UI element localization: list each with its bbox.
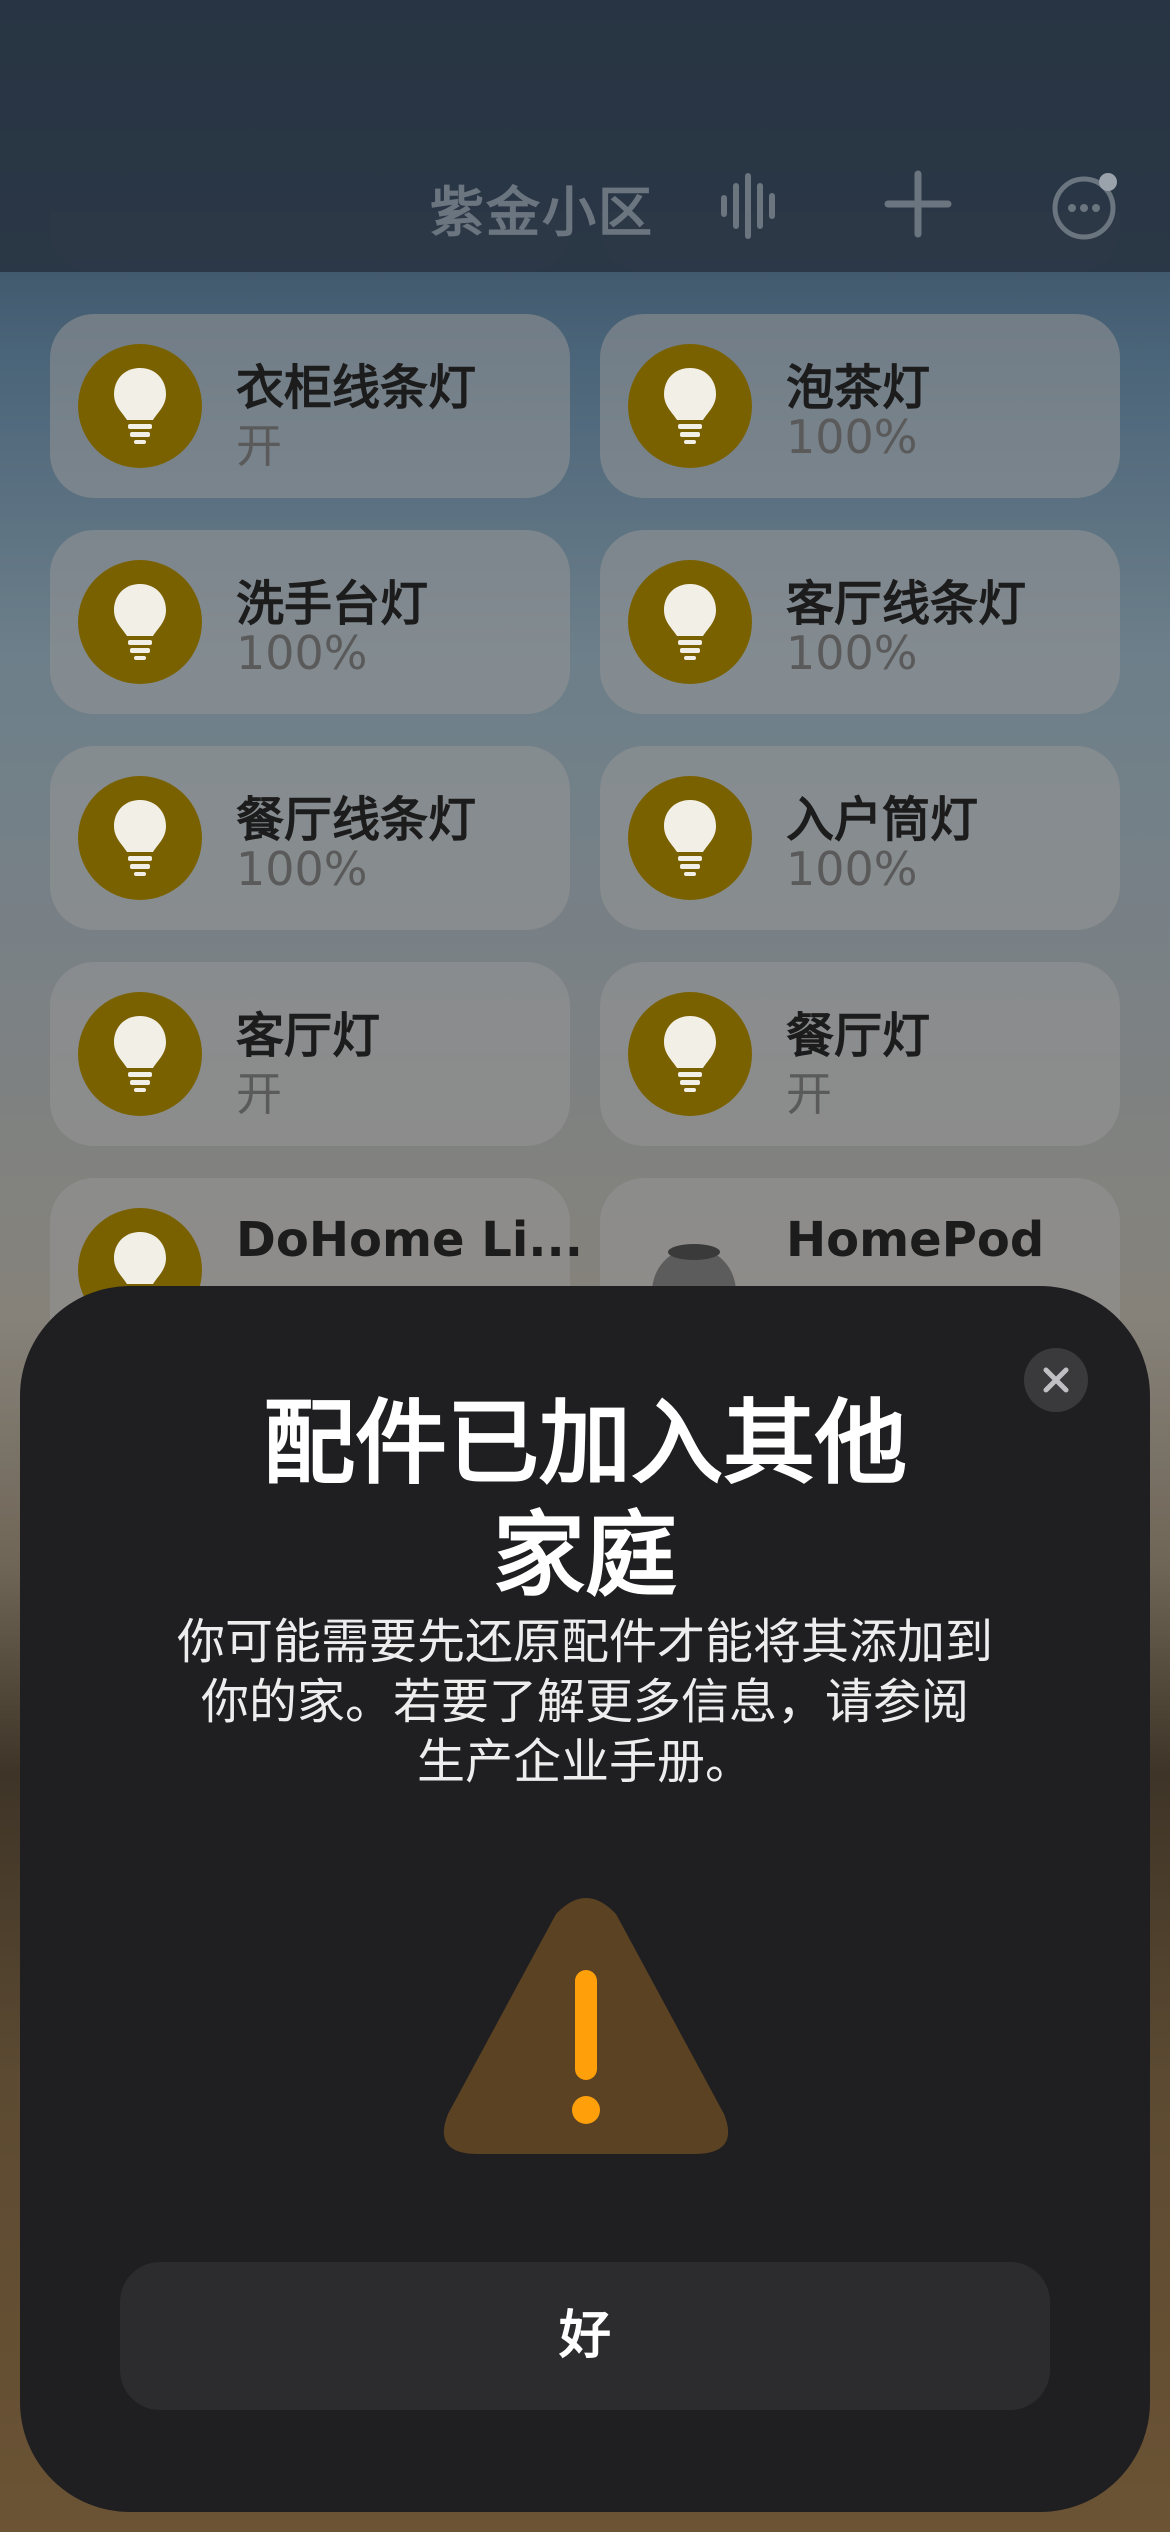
ok-button-label: 好 <box>558 2306 611 2366</box>
accessory-tile[interactable]: 入户筒灯 100% <box>600 746 1120 930</box>
accessory-tile[interactable]: 衣柜线条灯 开 <box>50 314 570 498</box>
alert-message: 你可能需要先还原配件才能将其添加到 你的家。若要了解更多信息，请参阅 生产企业手… <box>130 1612 1040 1792</box>
alert-title-line: 配件已加入其他 <box>262 1390 907 1497</box>
tile-status: 开 <box>236 419 282 473</box>
tile-status: 开 <box>786 1067 832 1121</box>
tile-status: 100% <box>236 842 368 896</box>
tile-name: HomePod <box>786 1212 1045 1268</box>
warning-icon <box>443 1898 729 2154</box>
lightbulb-icon <box>78 344 202 468</box>
tile-name: 餐厅灯 <box>786 1008 931 1064</box>
alert-message-line: 你的家。若要了解更多信息，请参阅 <box>200 1674 969 1730</box>
lightbulb-icon <box>628 776 752 900</box>
lightbulb-icon <box>78 560 202 684</box>
tile-name: DoHome Li... <box>236 1212 583 1268</box>
accessory-tile[interactable]: 餐厅灯 开 <box>600 962 1120 1146</box>
more-icon[interactable] <box>1050 170 1122 242</box>
lightbulb-icon <box>78 776 202 900</box>
tile-status: 100% <box>786 626 918 680</box>
tile-status: 开 <box>236 1067 282 1121</box>
accessory-tile[interactable]: 客厅灯 开 <box>50 962 570 1146</box>
accessory-tile[interactable]: 客厅线条灯 100% <box>600 530 1120 714</box>
accessory-tile[interactable]: 泡茶灯 100% <box>600 314 1120 498</box>
nav-bar: 紫金小区 <box>0 0 1170 272</box>
lightbulb-icon <box>628 992 752 1116</box>
alert-message-line: 你可能需要先还原配件才能将其添加到 <box>176 1614 993 1670</box>
tile-status: 100% <box>786 410 918 464</box>
lightbulb-icon <box>628 344 752 468</box>
tile-name: 衣柜线条灯 <box>236 360 477 416</box>
waveform-icon[interactable] <box>718 172 782 240</box>
tile-status: 100% <box>236 626 368 680</box>
plus-icon[interactable] <box>884 170 952 238</box>
lightbulb-icon <box>78 992 202 1116</box>
tile-name: 泡茶灯 <box>786 360 931 416</box>
tile-name: 餐厅线条灯 <box>236 792 477 848</box>
tile-status: 100% <box>786 842 918 896</box>
tile-name: 客厅线条灯 <box>786 576 1027 632</box>
home-title[interactable]: 紫金小区 <box>430 168 654 247</box>
tile-name: 洗手台灯 <box>236 576 429 632</box>
tile-name: 客厅灯 <box>236 1008 381 1064</box>
lightbulb-icon <box>628 560 752 684</box>
alert-title-line: 家庭 <box>492 1502 677 1609</box>
accessory-tile[interactable]: 洗手台灯 100% <box>50 530 570 714</box>
alert-title: 配件已加入其他 家庭 <box>120 1388 1050 1612</box>
tile-name: 入户筒灯 <box>786 792 979 848</box>
ok-button[interactable]: 好 <box>120 2262 1050 2410</box>
alert-message-line: 生产企业手册。 <box>416 1734 753 1790</box>
accessory-tile[interactable]: 餐厅线条灯 100% <box>50 746 570 930</box>
